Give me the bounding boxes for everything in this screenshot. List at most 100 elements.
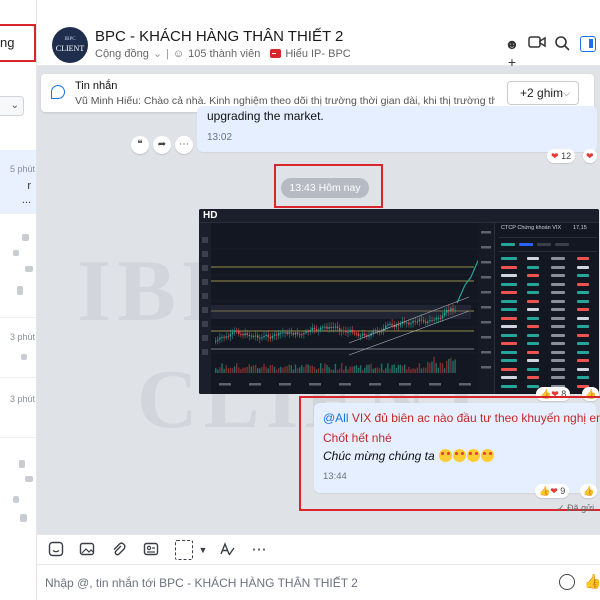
more-pinned-button[interactable]: +2 ghim ⌵ (507, 81, 579, 105)
sidebar-conversation-item[interactable] (0, 438, 36, 534)
like-icon[interactable]: 👍 (584, 573, 600, 590)
candle (406, 322, 408, 324)
volume-bar (353, 366, 355, 373)
candle (217, 339, 219, 341)
candle (233, 330, 236, 333)
sidebar-search-input[interactable]: ng (0, 24, 36, 62)
candle (246, 333, 248, 336)
candle (278, 332, 280, 336)
volume-bar (227, 368, 229, 373)
candle (359, 335, 362, 337)
message-line-3: Chúc mừng chúng ta (323, 449, 495, 463)
react-heart-button[interactable]: ❤ (583, 149, 597, 163)
candle (341, 330, 343, 332)
volume-bar (286, 366, 288, 373)
order-row-price (527, 367, 539, 371)
volume-bar (341, 363, 343, 373)
chevron-down-icon[interactable]: ▼ (194, 541, 212, 559)
screenshot-icon[interactable] (175, 540, 193, 560)
video-call-icon[interactable] (527, 35, 547, 53)
reaction-summary[interactable]: 👍❤ 9 (535, 484, 570, 498)
order-row-change (577, 367, 589, 371)
group-avatar[interactable]: IBPC CLIENT (52, 27, 88, 63)
order-row-time (501, 299, 517, 303)
volume-bar (380, 363, 383, 373)
emoji-icon[interactable] (559, 574, 575, 590)
format-text-icon[interactable] (218, 541, 236, 559)
candle (326, 326, 328, 329)
more-icon[interactable]: ⋯ (175, 136, 193, 154)
volume-bar (378, 368, 381, 373)
attach-icon[interactable] (109, 541, 127, 559)
candle (385, 325, 387, 329)
order-row-change (577, 257, 589, 260)
order-row-change (577, 265, 589, 269)
volume-bar (221, 363, 223, 373)
more-icon[interactable]: ⋯ (250, 541, 268, 559)
reaction-summary[interactable]: ❤ 12 (547, 149, 576, 163)
group-title[interactable]: BPC - KHÁCH HÀNG THÂN THIẾT 2 (95, 28, 343, 45)
volume-bar (322, 368, 324, 373)
volume-bar (215, 367, 217, 373)
candle (305, 331, 307, 333)
candle (357, 333, 360, 337)
sidebar-conversation-item[interactable]: 3 phút (0, 378, 36, 438)
volume-bar (317, 368, 320, 373)
order-row-price (527, 291, 539, 294)
time-tick (279, 383, 291, 386)
order-row-change (577, 299, 589, 303)
time-tick (219, 383, 231, 386)
candle (284, 332, 286, 334)
order-row-price (527, 257, 539, 260)
member-icon: ☺ (172, 47, 185, 60)
sidebar-conversation-item[interactable]: 3 phút (0, 318, 36, 378)
tag-label[interactable]: Hiểu IP- BPC (285, 48, 350, 60)
message-input[interactable] (45, 571, 550, 595)
order-row-price (527, 274, 539, 277)
member-count[interactable]: 105 thành viên (188, 48, 260, 60)
order-row-change (577, 308, 589, 311)
volume-bar (450, 357, 452, 373)
message-bubble[interactable]: @All VIX đủ biên ac nào đầu tư theo khuy… (314, 403, 600, 493)
volume-bar (408, 366, 410, 373)
order-row-change (577, 359, 589, 362)
volume-bar (313, 366, 316, 373)
sticker-icon[interactable] (47, 541, 65, 559)
volume-bar (275, 369, 278, 373)
react-like-button[interactable]: 👍 (580, 484, 598, 498)
search-icon[interactable] (552, 35, 572, 53)
shared-chart-image[interactable]: HD CTCP Chứng khoán VIX 17,15 (199, 209, 599, 394)
price-tick (481, 231, 491, 234)
tag-icon (270, 49, 282, 58)
order-row-change (577, 291, 589, 294)
order-row-change (577, 325, 589, 328)
panel-toggle-icon[interactable] (580, 36, 596, 52)
volume-bar (397, 364, 400, 373)
candle (301, 334, 303, 336)
add-member-icon[interactable]: ☻+ (502, 35, 522, 70)
time-divider: 13:43 Hôm nay (281, 178, 369, 198)
composer: 👍 (37, 564, 600, 600)
group-meta: Cộng đồng ⌄ | ☺ 105 thành viên Hiểu IP- … (95, 47, 351, 61)
mention-all[interactable]: @All (323, 411, 349, 425)
sidebar-conversation-item[interactable]: 5 phút r ... (0, 150, 36, 214)
price-tick (481, 276, 491, 279)
time-tick (459, 383, 471, 386)
candle (275, 334, 278, 336)
candle (433, 319, 435, 321)
message-bubble[interactable]: upgrading the market. 13:02 (197, 106, 597, 152)
candle (418, 319, 421, 322)
volume-bar (248, 364, 250, 373)
image-icon[interactable] (78, 541, 96, 559)
volume-bar (328, 367, 330, 373)
quote-icon[interactable]: ❝ (131, 136, 149, 154)
volume-bar (389, 368, 391, 373)
contact-card-icon[interactable] (142, 541, 160, 559)
volume-bar (349, 366, 351, 373)
forward-icon[interactable]: ➦ (153, 136, 171, 154)
chevron-down-icon[interactable]: ⌄ (153, 47, 162, 60)
sidebar-filter-dropdown[interactable]: ⌄ (0, 96, 24, 116)
candle (448, 310, 450, 312)
volume-bar (261, 366, 263, 373)
sidebar-conversation-item[interactable] (0, 214, 36, 318)
